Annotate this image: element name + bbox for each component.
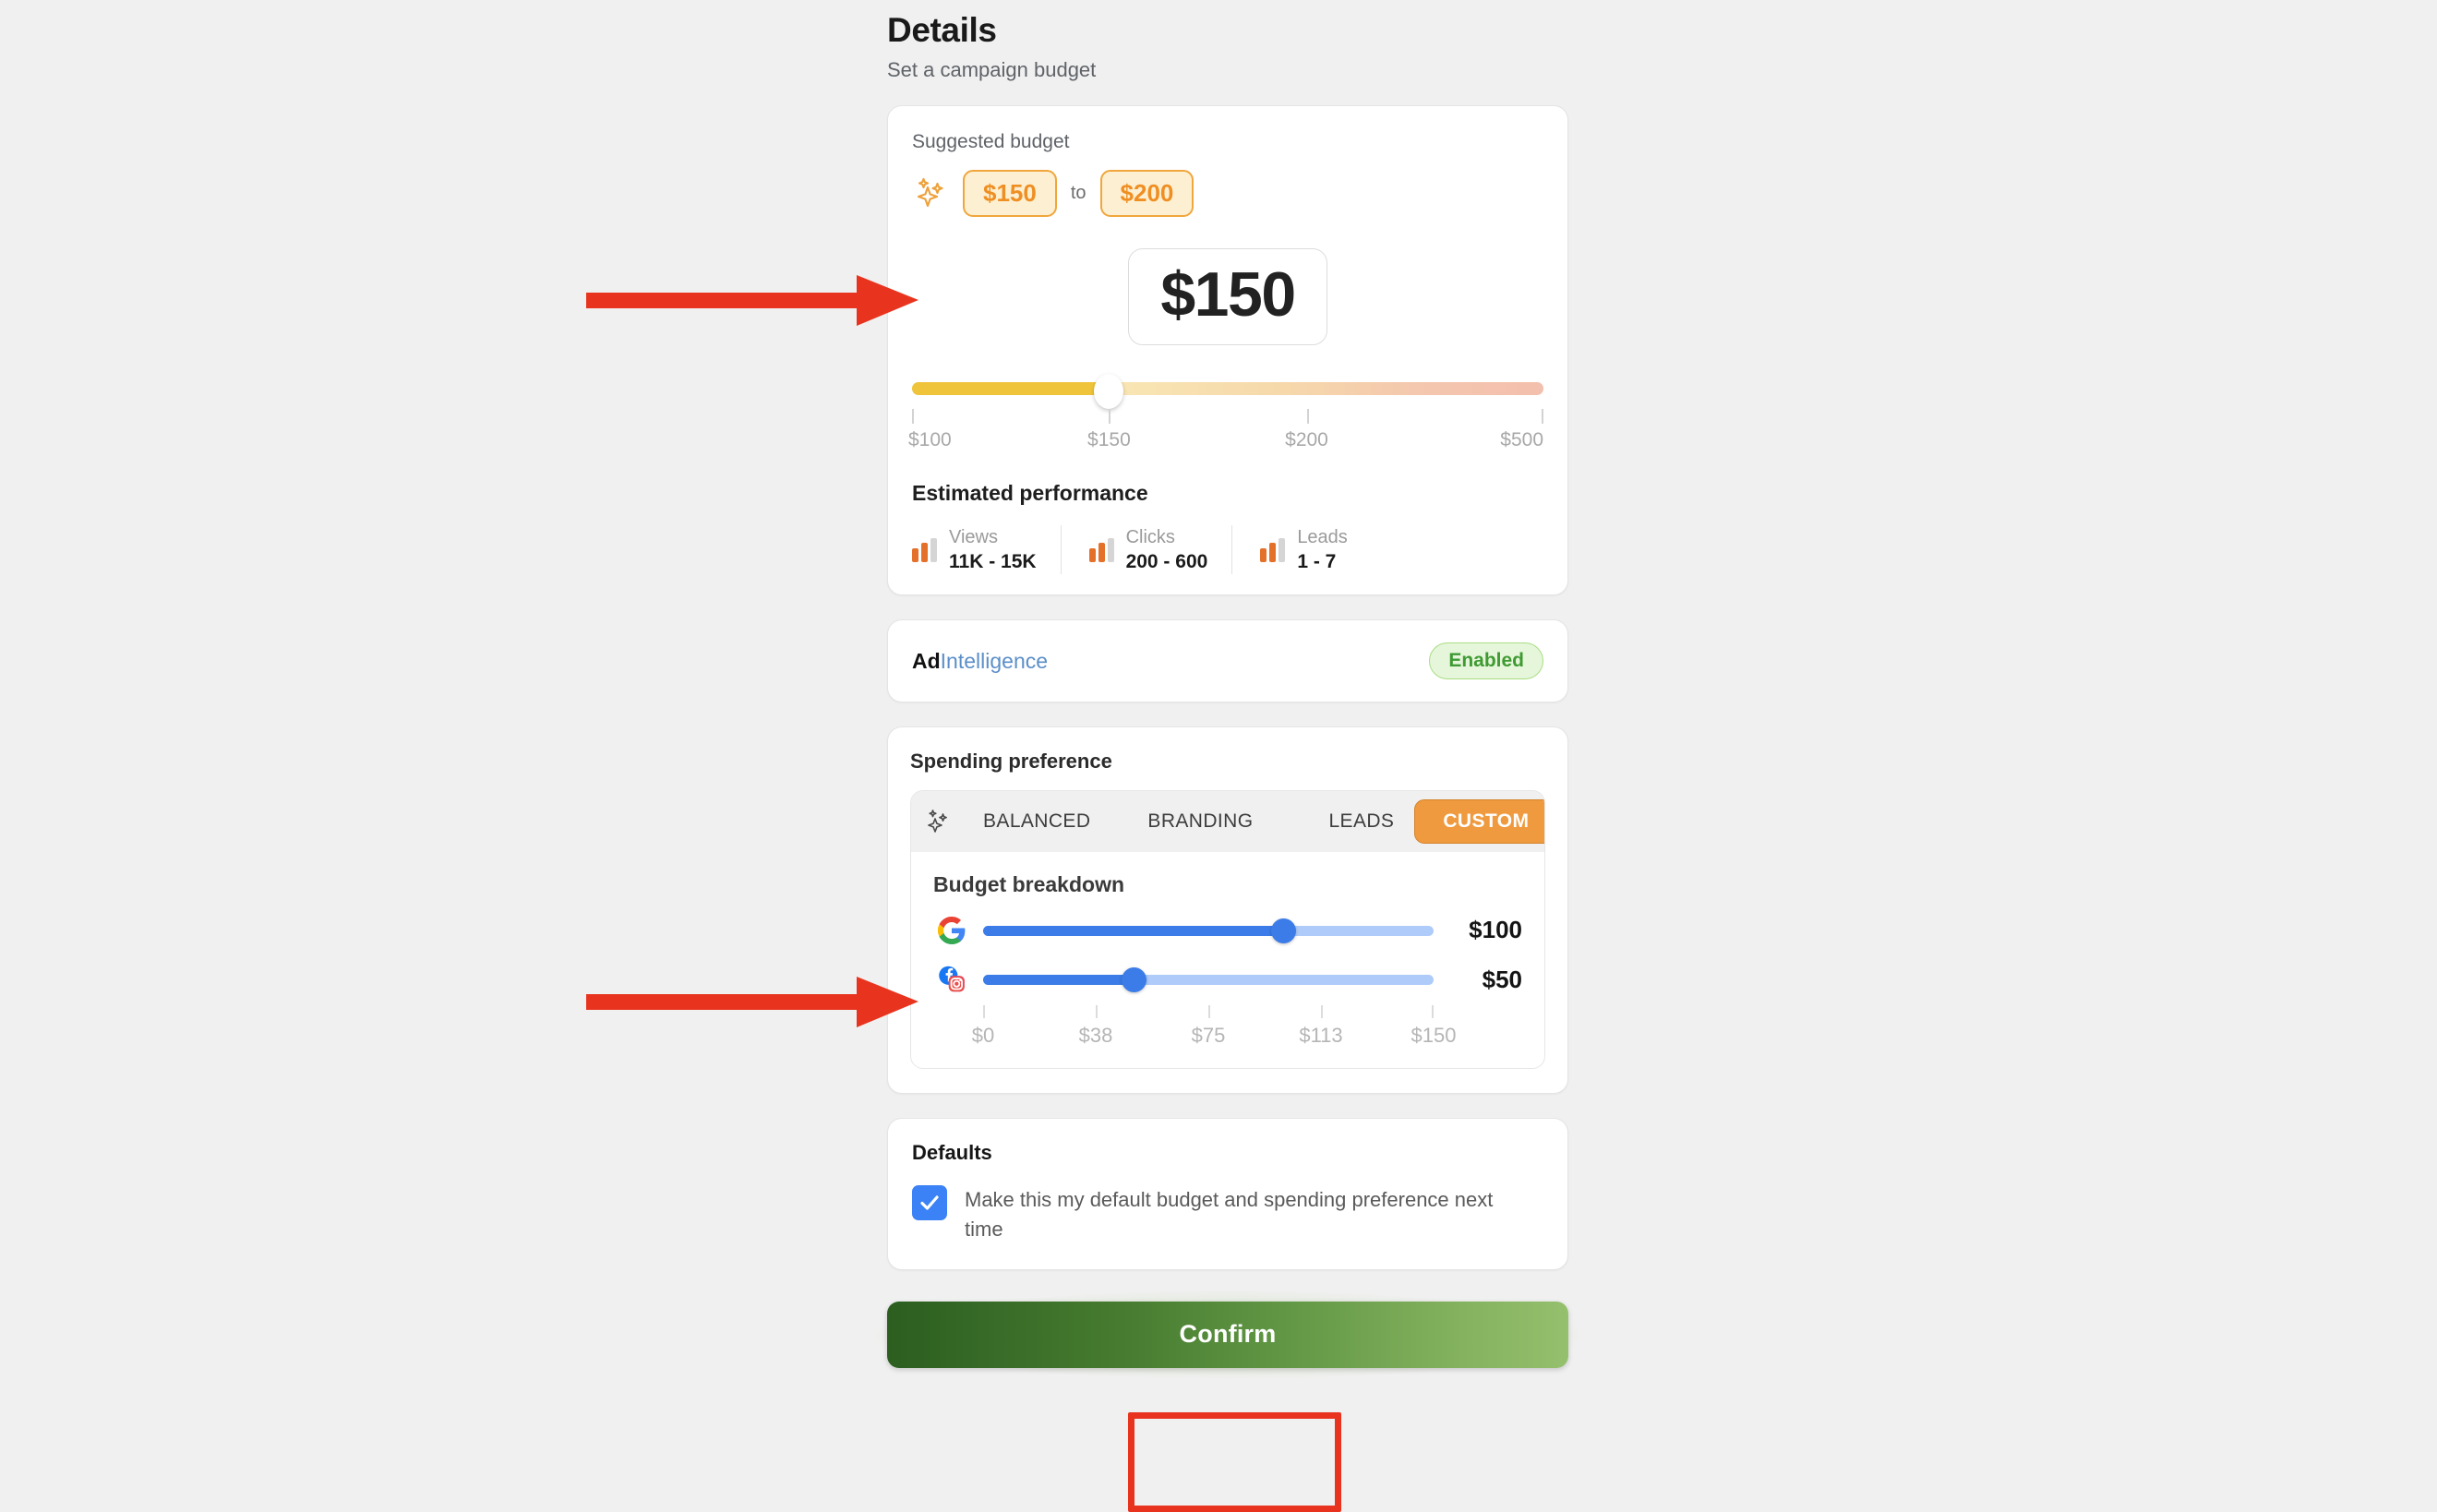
suggested-budget-label: Suggested budget [912,131,1070,152]
adintelligence-name: AdIntelligence [912,649,1048,674]
check-icon [920,1195,939,1210]
bar-chart-icon [1260,537,1286,562]
confirm-wrap: Confirm [874,1290,1581,1379]
metric-value: 1 - 7 [1297,550,1337,572]
budget-amount-value: $150 [1160,258,1296,330]
budget-breakdown-title: Budget breakdown [933,872,1125,897]
suggested-min-chip[interactable]: $150 [963,170,1057,217]
spending-preference-card: Spending preference BALANCED BRANDING LE… [887,726,1568,1095]
slider-fill [983,925,1284,936]
page-title: Details [887,11,997,49]
bar-chart-icon [912,537,937,562]
adintelligence-card[interactable]: AdIntelligence Enabled [887,619,1568,703]
confirm-button-label: Confirm [1179,1320,1277,1349]
budget-slider-fill [912,381,1110,395]
slider-handle[interactable] [1271,918,1297,943]
meta-budget-slider[interactable] [983,966,1434,993]
budget-amount-wrap: $150 [912,247,1543,345]
tab-balanced[interactable]: BALANCED [963,800,1110,843]
defaults-checkbox-label: Make this my default budget and spending… [965,1188,1494,1241]
breakdown-tick-label: $38 [1078,1024,1113,1048]
meta-budget-value: $50 [1482,965,1522,993]
google-budget-slider[interactable] [983,917,1434,944]
suggested-separator: to [1070,182,1086,203]
budget-slider-handle[interactable] [1094,373,1124,409]
budget-breakdown: Budget breakdown $100 $50 $0 $38 $75 $11… [911,852,1544,1068]
budget-slider-ticks [912,408,1543,426]
budget-card: Suggested budget $150 to $200 $150 $100 … [887,105,1568,596]
red-arrow-to-budget-amount [584,268,926,337]
metric-value: 11K - 15K [949,550,1037,572]
status-badge[interactable]: Enabled [1429,642,1543,680]
breakdown-tick-labels: $0 $38 $75 $113 $150 [972,1024,1457,1050]
spending-preference-inner: BALANCED BRANDING LEADS CUSTOM Budget br… [910,790,1545,1070]
breakdown-tick-label: $75 [1191,1024,1226,1048]
facebook-instagram-icon [933,963,970,996]
sparkles-icon [924,808,952,835]
sparkles-icon [912,174,949,211]
metric-leads: Leads 1 - 7 [1231,524,1372,575]
confirm-button[interactable]: Confirm [887,1301,1568,1368]
budget-slider-labels: $100 $150 $200 $500 [908,428,1543,453]
adintelligence-name-bold: Ad [912,648,941,673]
metric-label: Views [949,526,998,547]
spending-preference-tabs: BALANCED BRANDING LEADS CUSTOM [911,791,1544,853]
budget-tick-label: $200 [1285,428,1328,450]
suggested-budget-row: $150 to $200 [912,170,1543,217]
slider-handle[interactable] [1121,967,1146,993]
slider-fill [983,975,1134,986]
breakdown-tick-label: $0 [971,1024,995,1048]
breakdown-ticks [983,1005,1434,1020]
budget-tick-label: $150 [1087,428,1131,450]
page-subtitle: Set a campaign budget [887,58,1097,81]
suggested-max-chip[interactable]: $200 [1099,170,1194,217]
bar-chart-icon [1088,537,1114,562]
red-arrow-to-budget-breakdown [584,969,926,1038]
tab-custom[interactable]: CUSTOM [1414,799,1544,845]
screen-root: Details Set a campaign budget Suggested … [0,0,2437,1512]
budget-amount-input[interactable]: $150 [1128,247,1327,345]
adintelligence-name-light: Intelligence [940,648,1049,673]
defaults-card: Defaults Make this my default budget and… [887,1118,1568,1270]
metric-label: Clicks [1125,526,1175,547]
breakdown-tick-label: $113 [1299,1024,1343,1048]
red-highlight-on-confirm [1128,1412,1341,1512]
google-icon [933,916,970,944]
default-budget-checkbox[interactable] [912,1185,947,1221]
budget-tick-label: $100 [908,428,952,450]
metric-label: Leads [1297,526,1348,547]
estimated-performance-title: Estimated performance [912,480,1148,505]
spending-preference-title: Spending preference [910,750,1112,774]
budget-tick-label: $500 [1500,428,1543,450]
defaults-title: Defaults [912,1141,992,1165]
tab-branding[interactable]: BRANDING [1127,800,1273,843]
estimated-performance-row: Views 11K - 15K Clicks 200 - 600 Leads 1… [912,524,1543,575]
main-column: Details Set a campaign budget Suggested … [874,0,1581,1379]
budget-slider[interactable] [912,373,1543,409]
breakdown-row-google: $100 [933,916,1522,944]
tab-leads[interactable]: LEADS [1308,800,1414,843]
google-budget-value: $100 [1469,916,1522,944]
metric-views: Views 11K - 15K [912,525,1061,574]
metric-clicks: Clicks 200 - 600 [1060,524,1232,575]
breakdown-row-meta: $50 [933,963,1522,996]
defaults-row: Make this my default budget and spending… [912,1185,1543,1242]
metric-value: 200 - 600 [1125,550,1208,572]
breakdown-tick-label: $150 [1411,1024,1457,1048]
